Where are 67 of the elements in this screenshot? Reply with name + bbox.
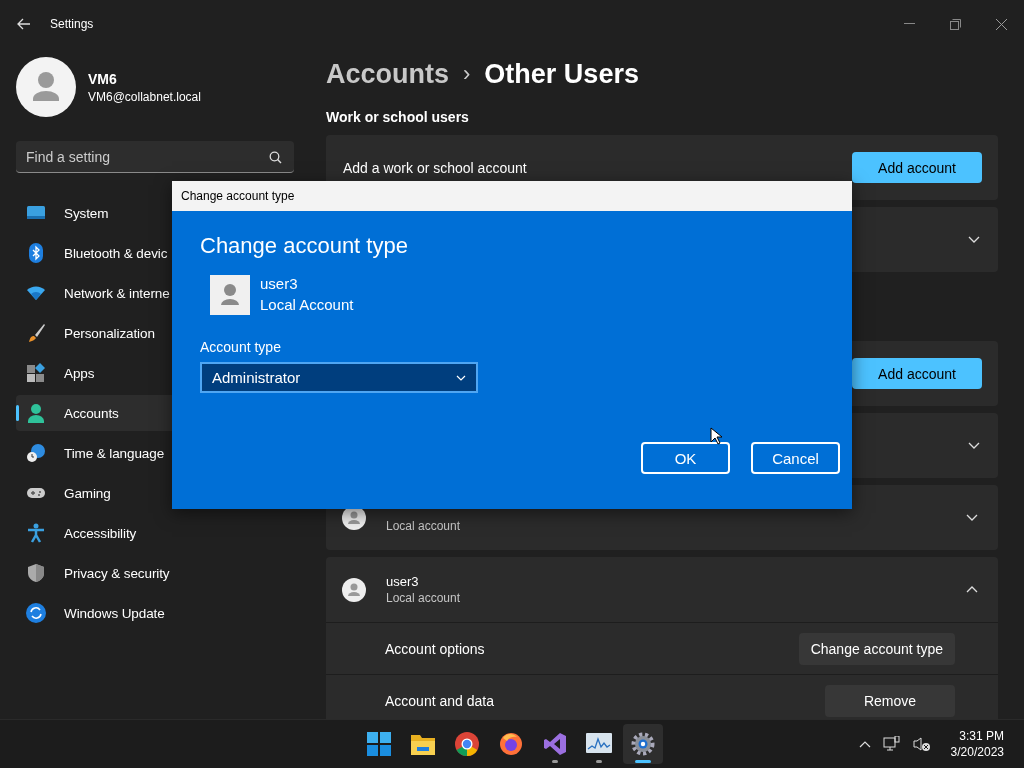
- close-icon[interactable]: [996, 18, 1007, 30]
- breadcrumb-separator: ›: [463, 61, 471, 87]
- profile-email: VM6@collabnet.local: [88, 89, 201, 104]
- user-subtitle: Local account: [386, 518, 461, 534]
- section-heading: Work or school users: [326, 109, 470, 125]
- chevron-down-icon: [968, 442, 980, 449]
- restore-icon[interactable]: [950, 18, 961, 30]
- dialog-heading: Change account type: [200, 233, 408, 259]
- person-icon: [26, 403, 46, 423]
- gamepad-icon: [26, 485, 46, 501]
- option-label: Account and data: [385, 692, 494, 709]
- user-name: user3: [386, 573, 420, 590]
- accessibility-icon: [26, 523, 46, 543]
- dialog-title: Change account type: [181, 189, 295, 203]
- shield-icon: [26, 563, 46, 583]
- monitor-icon: [26, 205, 46, 221]
- mouse-pointer-icon: [710, 427, 722, 445]
- refresh-icon: [26, 603, 46, 623]
- brush-icon: [26, 323, 46, 343]
- browser-icon: [455, 732, 479, 756]
- globe-clock-icon: [26, 443, 46, 463]
- bluetooth-icon: [26, 243, 46, 263]
- user-subtitle: Local account: [386, 590, 461, 606]
- dialog-user-type: Local Account: [260, 296, 354, 313]
- add-account-button[interactable]: Add account: [852, 358, 982, 389]
- page-title: Other Users: [484, 58, 639, 90]
- folder-icon: [411, 733, 435, 755]
- profile-name: VM6: [88, 70, 118, 87]
- ok-button[interactable]: OK: [641, 442, 730, 474]
- avatar-icon: [342, 577, 366, 602]
- gear-icon: [631, 732, 655, 756]
- sidebar-item[interactable]: Accessibility: [16, 515, 294, 551]
- sidebar-item[interactable]: Gaming: [16, 475, 294, 511]
- field-label: Account type: [200, 339, 281, 355]
- taskbar-button[interactable]: [623, 724, 663, 764]
- network-icon[interactable]: [882, 736, 901, 752]
- card-label: Add a work or school account: [343, 159, 527, 176]
- back-icon[interactable]: [17, 18, 31, 30]
- sidebar-item[interactable]: Privacy & security: [16, 555, 294, 591]
- minimize-icon[interactable]: [904, 23, 915, 25]
- change-type-button[interactable]: Change account type: [798, 632, 955, 665]
- chevron-down-icon: [968, 236, 980, 243]
- chevron-up-icon[interactable]: [858, 740, 871, 748]
- muted-speaker-icon[interactable]: [912, 736, 931, 752]
- account-type-dropdown[interactable]: Administrator: [200, 362, 478, 393]
- avatar-icon: [16, 57, 76, 117]
- cancel-button[interactable]: Cancel: [751, 442, 840, 474]
- user-row[interactable]: user3 Local account: [326, 557, 998, 622]
- search-icon: [269, 151, 282, 164]
- infinity-logo-icon: [543, 732, 567, 756]
- add-account-button[interactable]: Add account: [852, 152, 982, 183]
- wifi-icon: [26, 285, 46, 301]
- chart-window-icon: [586, 733, 612, 755]
- breadcrumb-link[interactable]: Accounts: [326, 58, 450, 90]
- chevron-down-icon: [456, 374, 466, 381]
- dialog-user-name: user3: [260, 275, 299, 292]
- option-label: Account options: [385, 640, 485, 657]
- remove-button[interactable]: Remove: [825, 684, 955, 717]
- clock-time: 3:31 PM: [959, 729, 1004, 743]
- windows-logo-icon: [367, 732, 391, 756]
- user-tile-icon: [210, 275, 250, 315]
- search-field[interactable]: Find a setting: [16, 141, 294, 173]
- window-title: Settings: [50, 17, 94, 31]
- sidebar-item[interactable]: Time & language: [16, 435, 294, 471]
- apps-icon: [26, 363, 46, 383]
- clock-date: 3/20/2023: [950, 745, 1004, 759]
- sidebar-item[interactable]: Windows Update: [16, 595, 294, 631]
